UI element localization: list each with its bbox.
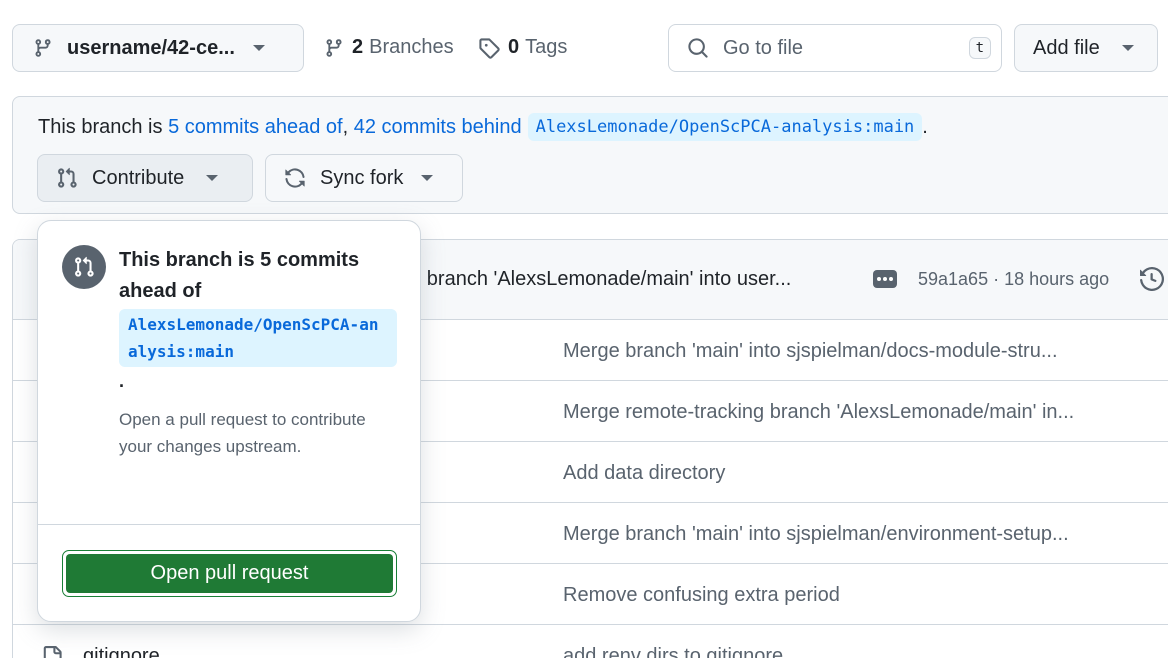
goto-file-input[interactable]: Go to file t	[668, 24, 1002, 72]
fork-status-text: This branch is 5 commits ahead of, 42 co…	[38, 113, 928, 141]
pull-request-icon	[58, 167, 77, 188]
commit-message[interactable]: Add data directory	[563, 462, 725, 485]
open-pull-request-button[interactable]: Open pull request	[62, 550, 397, 597]
popover-divider	[38, 524, 420, 525]
commit-message[interactable]: Remove confusing extra period	[563, 584, 840, 607]
fork-status-comma: ,	[342, 115, 349, 138]
commit-message[interactable]: Merge branch 'main' into sjspielman/envi…	[563, 523, 1069, 546]
latest-commit-meta[interactable]: 59a1a65 · 18 hours ago	[918, 269, 1109, 290]
goto-file-shortcut: t	[968, 37, 991, 59]
branch-selector-button[interactable]: username/42-ce...	[12, 24, 304, 72]
contribute-label: Contribute	[92, 166, 185, 189]
branches-link[interactable]: 2 Branches	[324, 36, 454, 59]
tags-label: Tags	[525, 36, 568, 58]
tags-count: 0	[508, 36, 520, 58]
tag-icon	[479, 37, 500, 59]
upstream-branch-chip[interactable]: AlexsLemonade/OpenScPCA-analysis:main	[527, 113, 923, 141]
branches-label: Branches	[369, 36, 454, 58]
commit-message[interactable]: Merge remote-tracking branch 'AlexsLemon…	[563, 401, 1074, 424]
fork-status-prefix: This branch is	[38, 115, 163, 138]
file-icon	[43, 646, 62, 658]
contribute-popover: This branch is 5 commits ahead of AlexsL…	[37, 220, 421, 622]
popover-description: Open a pull request to contribute your c…	[119, 410, 366, 456]
chevron-down-icon	[421, 175, 434, 181]
popover-upstream-chip[interactable]: AlexsLemonade/OpenScPCA-analysis:main	[119, 309, 397, 367]
search-icon	[688, 38, 708, 58]
commit-message[interactable]: add renv dirs to gitignore	[563, 645, 783, 658]
fork-status-banner: This branch is 5 commits ahead of, 42 co…	[12, 96, 1168, 214]
branches-count: 2	[352, 36, 364, 58]
file-name[interactable]: gitignore	[83, 645, 160, 658]
add-file-button[interactable]: Add file	[1014, 24, 1158, 72]
sync-fork-label: Sync fork	[320, 166, 404, 189]
add-file-label: Add file	[1033, 36, 1100, 59]
goto-file-placeholder: Go to file	[723, 36, 804, 59]
commit-message[interactable]: Merge branch 'main' into sjspielman/docs…	[563, 340, 1058, 363]
popover-period: .	[119, 371, 125, 391]
branch-name: username/42-ce...	[67, 36, 235, 59]
sync-icon	[285, 168, 305, 188]
commits-ahead-link[interactable]: 5 commits ahead of	[168, 116, 343, 139]
pull-request-avatar	[62, 245, 106, 289]
history-icon[interactable]	[1140, 267, 1164, 291]
git-branch-icon	[326, 38, 342, 57]
sync-fork-button[interactable]: Sync fork	[265, 154, 463, 202]
git-branch-icon	[35, 39, 51, 57]
chevron-down-icon	[252, 45, 265, 51]
open-pull-request-label: Open pull request	[66, 554, 393, 593]
table-row[interactable]: gitignore add renv dirs to gitignore	[13, 625, 1168, 658]
contribute-button[interactable]: Contribute	[37, 154, 253, 202]
tags-link[interactable]: 0 Tags	[478, 36, 567, 59]
fork-status-suffix: .	[922, 115, 928, 138]
chevron-down-icon	[206, 175, 219, 181]
popover-title: This branch is 5 commits ahead of	[119, 249, 360, 302]
latest-commit-message[interactable]: ng branch 'AlexsLemonade/main' into user…	[399, 268, 791, 291]
chevron-down-icon	[1121, 45, 1134, 51]
pull-request-icon	[75, 256, 94, 277]
expand-commit-button[interactable]	[873, 270, 897, 288]
commits-behind-link[interactable]: 42 commits behind	[354, 116, 522, 139]
